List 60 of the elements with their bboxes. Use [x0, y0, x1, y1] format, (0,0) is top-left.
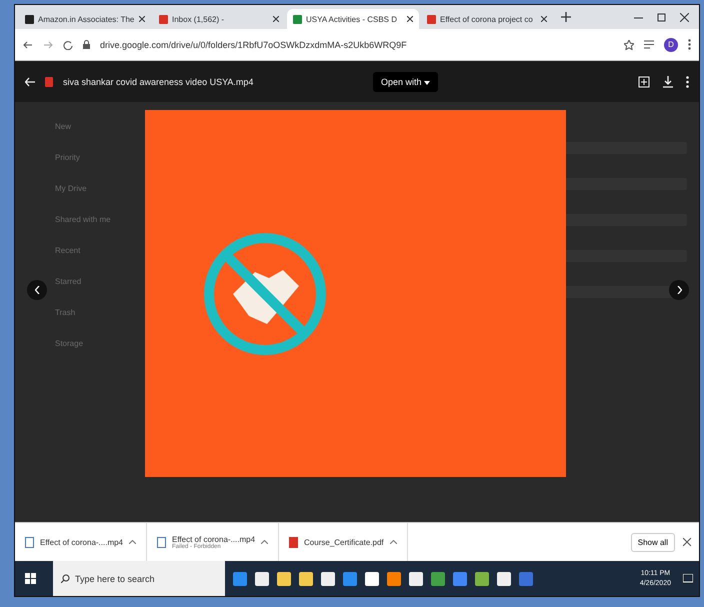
caret-icon: [261, 540, 268, 544]
close-tab-icon[interactable]: [273, 16, 279, 22]
open-with-button[interactable]: Open with: [373, 72, 438, 92]
taskbar-app-icon[interactable]: [409, 572, 423, 586]
caret-icon: [424, 80, 430, 84]
back-icon[interactable]: [23, 40, 33, 50]
chevron-right-icon: [676, 286, 682, 294]
browser-tab[interactable]: Amazon.in Associates: The: [19, 9, 151, 29]
tab-favicon-icon: [293, 14, 302, 24]
sidebar-item: Recent: [55, 246, 82, 255]
close-icon[interactable]: [683, 538, 691, 546]
tab-favicon-icon: [427, 14, 436, 24]
taskbar-app-icon[interactable]: [277, 572, 291, 586]
taskbar-app-icon[interactable]: [321, 572, 335, 586]
search-icon: [61, 574, 70, 583]
restore-icon[interactable]: [657, 12, 666, 22]
browser-tab[interactable]: Effect of corona project co: [421, 9, 553, 29]
star-icon[interactable]: [624, 40, 634, 50]
sidebar-item: My Drive: [55, 184, 88, 193]
taskbar-app-icon[interactable]: [497, 572, 511, 586]
new-tab-icon[interactable]: [561, 12, 571, 22]
add-comment-icon[interactable]: [638, 76, 650, 88]
sidebar-item: Shared with me: [55, 215, 112, 224]
sidebar-item: New: [55, 122, 72, 131]
tab-favicon-icon: [25, 14, 34, 24]
show-all-button[interactable]: Show all: [630, 532, 675, 552]
tab-favicon-icon: [159, 14, 168, 24]
menu-icon[interactable]: [688, 39, 691, 50]
profile-avatar[interactable]: D: [664, 38, 678, 52]
video-file-icon: [45, 76, 53, 86]
browser-tab[interactable]: Inbox (1,562) -: [153, 9, 285, 29]
taskbar-search-field[interactable]: Type here to search: [53, 561, 225, 596]
reading-list-icon[interactable]: [644, 40, 654, 49]
sidebar-item: Trash: [55, 308, 76, 317]
close-tab-icon[interactable]: [541, 16, 547, 22]
taskbar-app-icon[interactable]: [299, 572, 313, 586]
sidebar-item: Starred: [55, 277, 82, 286]
taskbar-app-icon[interactable]: [255, 572, 269, 586]
sidebar-item: Priority: [55, 153, 81, 162]
previous-button[interactable]: [27, 280, 47, 300]
taskbar-app-icon[interactable]: [365, 572, 379, 586]
close-tab-icon[interactable]: [407, 16, 413, 22]
notifications-icon[interactable]: [683, 574, 693, 584]
close-tab-icon[interactable]: [139, 16, 145, 22]
close-icon[interactable]: [680, 12, 689, 22]
caret-icon: [129, 540, 136, 544]
sidebar-item: Storage: [55, 339, 84, 348]
file-name: siva shankar covid awareness video USYA.mp4: [63, 76, 254, 86]
caret-icon: [390, 540, 397, 544]
reload-icon[interactable]: [63, 40, 73, 50]
more-options-icon[interactable]: [686, 76, 689, 88]
browser-tab[interactable]: USYA Activities - CSBS D: [287, 9, 419, 29]
next-button[interactable]: [669, 280, 689, 300]
url-field[interactable]: drive.google.com/drive/u/0/folders/1RbfU7oOSWkDzxdmMA-s2Ukb6WRQ9F: [100, 40, 614, 50]
chevron-left-icon: [34, 286, 40, 294]
download-icon[interactable]: [662, 76, 674, 88]
back-arrow-icon[interactable]: [25, 76, 35, 86]
lock-icon: [83, 40, 90, 49]
windows-start-icon[interactable]: [24, 573, 36, 584]
taskbar-app-icon[interactable]: [475, 572, 489, 586]
